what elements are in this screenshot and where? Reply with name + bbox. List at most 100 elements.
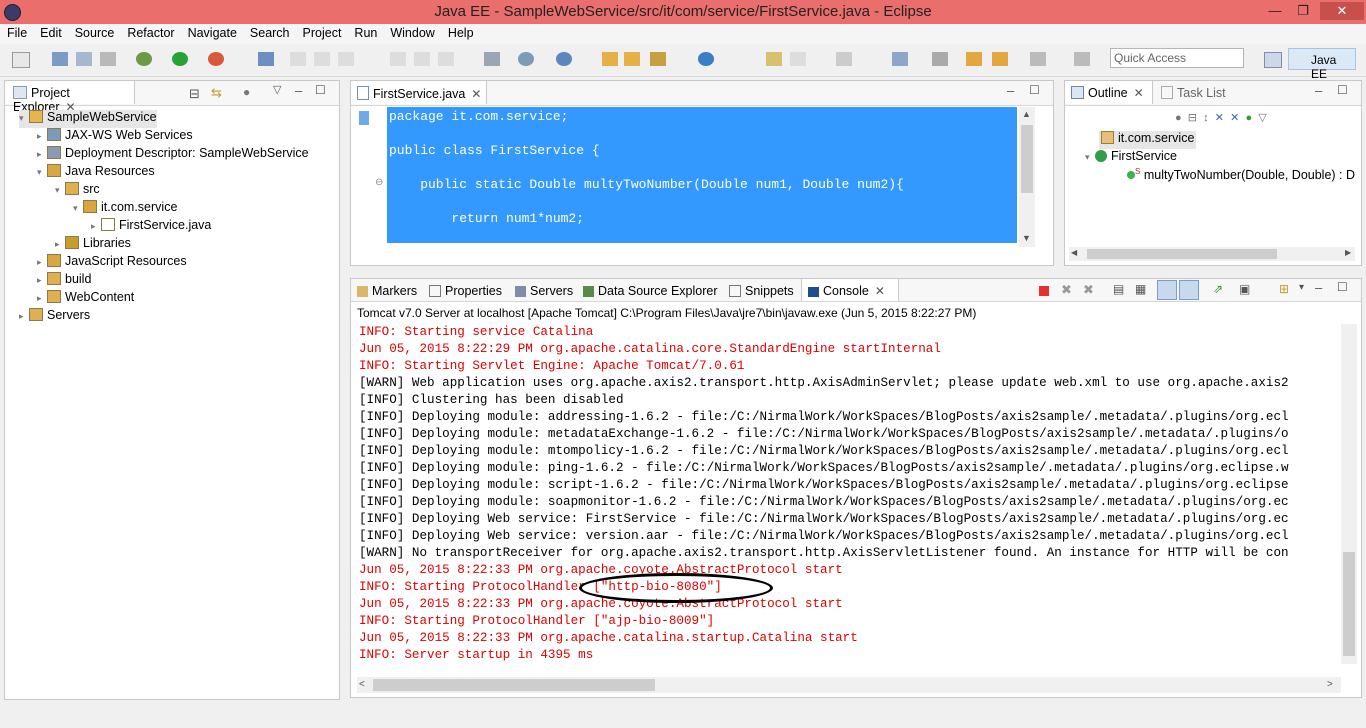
menu-file[interactable]: File <box>0 24 33 40</box>
close-tab-icon[interactable]: ✕ <box>1134 86 1144 100</box>
step-into-icon[interactable] <box>390 52 406 66</box>
show-stderr-icon[interactable] <box>1179 280 1199 300</box>
menu-source[interactable]: Source <box>68 24 121 40</box>
publish-icon[interactable] <box>556 52 572 66</box>
expand-toggle-icon[interactable]: ▸ <box>37 275 47 286</box>
link-editor-icon[interactable]: ⇆ <box>211 85 222 101</box>
tree-item[interactable]: ▾ src <box>55 182 100 200</box>
expand-toggle-icon[interactable]: ▸ <box>37 131 47 142</box>
back-icon[interactable] <box>992 52 1008 66</box>
console-vscrollbar[interactable] <box>1341 324 1357 664</box>
expand-toggle-icon[interactable]: ▸ <box>91 221 101 232</box>
expand-toggle-icon[interactable]: ▾ <box>1085 152 1095 163</box>
menu-run[interactable]: Run <box>347 24 383 40</box>
fold-icon[interactable]: ⊖ <box>375 177 383 188</box>
minimize-view-icon[interactable]: – <box>1315 280 1322 295</box>
expand-toggle-icon[interactable]: ▸ <box>19 311 29 322</box>
tree-item[interactable]: ▾ it.com.service <box>73 200 177 218</box>
maximize-view-icon[interactable]: ☐ <box>1337 83 1348 97</box>
tree-item[interactable]: ▾ Java Resources <box>37 164 155 182</box>
expand-toggle-icon[interactable]: ▸ <box>37 257 47 268</box>
scroll-thumb[interactable] <box>373 679 655 691</box>
scroll-thumb[interactable] <box>1087 249 1277 259</box>
tab-markers[interactable]: Markers <box>357 284 417 298</box>
display-console-icon[interactable]: ▣ <box>1239 282 1250 296</box>
last-edit-icon[interactable] <box>966 52 982 66</box>
tab-outline[interactable]: Outline ✕ <box>1065 81 1153 104</box>
scroll-thumb[interactable] <box>1343 552 1355 656</box>
filters-icon[interactable]: ● <box>243 85 250 99</box>
remove-all-icon[interactable]: ✖ <box>1083 282 1094 298</box>
menu-help[interactable]: Help <box>441 24 480 40</box>
scroll-down-icon[interactable]: ▼ <box>1022 233 1031 243</box>
minimize-view-icon[interactable]: – <box>1315 83 1322 98</box>
open-type-icon[interactable] <box>602 52 618 66</box>
step-over-icon[interactable] <box>414 52 430 66</box>
clear-console-icon[interactable]: ▤ <box>1113 282 1124 296</box>
restore-button[interactable]: ❐ <box>1290 2 1316 20</box>
maximize-editor-icon[interactable]: ☐ <box>1029 83 1040 97</box>
outline-hscrollbar[interactable]: ◀ ▶ <box>1069 247 1355 261</box>
tree-item[interactable]: ▾ SampleWebService <box>19 110 157 128</box>
tree-item[interactable]: ▸ Servers <box>19 308 90 326</box>
minimize-editor-icon[interactable]: – <box>1007 83 1014 98</box>
tab-data-source-explorer[interactable]: Data Source Explorer <box>583 284 718 298</box>
new-icon[interactable] <box>12 52 30 68</box>
tab-firstservice-java[interactable]: FirstService.java ✕ <box>351 81 487 104</box>
hide-nonpublic-icon[interactable]: ✕ <box>1230 112 1239 124</box>
expand-toggle-icon[interactable]: ▾ <box>19 113 29 124</box>
next-annotation-icon[interactable] <box>892 52 908 66</box>
run-external-icon[interactable] <box>208 52 224 66</box>
debug-icon[interactable] <box>136 52 152 66</box>
scroll-left-icon[interactable]: ◀ <box>1071 248 1077 257</box>
collapse-all-icon[interactable]: ⊟ <box>189 86 200 102</box>
hide-fields-icon[interactable]: ⊟ <box>1188 112 1197 124</box>
scroll-thumb[interactable] <box>1021 125 1033 193</box>
sort-icon[interactable]: ● <box>1175 112 1182 124</box>
terminate-icon[interactable] <box>338 52 354 66</box>
menu-edit[interactable]: Edit <box>33 24 68 40</box>
expand-toggle-icon[interactable]: ▾ <box>73 203 83 214</box>
menu-navigate[interactable]: Navigate <box>181 24 243 40</box>
tree-item[interactable]: ▸ Libraries <box>55 236 131 254</box>
block-selection-icon[interactable] <box>836 52 852 66</box>
tab-servers[interactable]: Servers <box>515 284 573 298</box>
close-button[interactable]: ✕ <box>1320 2 1364 20</box>
suspend-icon[interactable] <box>314 52 330 66</box>
tab-project-explorer[interactable]: Project Explorer ✕ <box>5 81 135 114</box>
step-return-icon[interactable] <box>438 52 454 66</box>
expand-toggle-icon[interactable]: ▸ <box>37 149 47 160</box>
tree-item[interactable]: ▸ JavaScript Resources <box>37 254 187 272</box>
drop-to-frame-icon[interactable] <box>484 52 500 66</box>
quick-access-input[interactable]: Quick Access <box>1110 48 1244 68</box>
minimize-view-icon[interactable]: – <box>295 83 302 98</box>
remove-launch-icon[interactable]: ✖ <box>1061 282 1072 298</box>
scroll-left-icon[interactable]: < <box>359 679 365 690</box>
resume-icon[interactable] <box>290 52 306 66</box>
maximize-view-icon[interactable]: ☐ <box>1337 280 1348 294</box>
console-output[interactable]: INFO: Starting service Catalina Jun 05, 2… <box>359 324 1339 664</box>
open-perspective-icon[interactable] <box>1264 52 1282 68</box>
save-all-icon[interactable] <box>76 52 92 66</box>
expand-toggle-icon[interactable]: ▸ <box>37 293 47 304</box>
sort-alpha-icon[interactable]: ↕ <box>1203 112 1209 124</box>
tree-item[interactable]: ▸ JAX-WS Web Services <box>37 128 193 146</box>
pin-editor-icon[interactable] <box>1074 52 1090 66</box>
open-resource-icon[interactable] <box>624 52 640 66</box>
hide-local-types-icon[interactable]: ● <box>1245 112 1252 124</box>
code-editor[interactable]: package it.com.service; public class Fir… <box>387 107 1017 243</box>
close-tab-icon[interactable]: ✕ <box>875 284 885 298</box>
tree-item[interactable]: ▸ WebContent <box>37 290 134 308</box>
scroll-right-icon[interactable]: > <box>1327 679 1333 690</box>
forward-icon[interactable] <box>1030 52 1046 66</box>
skip-breakpoints-icon[interactable] <box>258 52 274 66</box>
pin-console-icon[interactable]: ⇗ <box>1213 282 1223 296</box>
close-tab-icon[interactable]: ✕ <box>471 87 481 101</box>
menu-search[interactable]: Search <box>243 24 296 40</box>
annotation-icon[interactable] <box>790 52 806 66</box>
run-icon[interactable] <box>172 52 188 66</box>
tab-task-list[interactable]: Task List <box>1161 86 1226 100</box>
menu-window[interactable]: Window <box>383 24 440 40</box>
view-menu-icon[interactable]: ▽ <box>1258 112 1266 124</box>
editor-scrollbar[interactable]: ▲ ▼ <box>1019 107 1035 247</box>
